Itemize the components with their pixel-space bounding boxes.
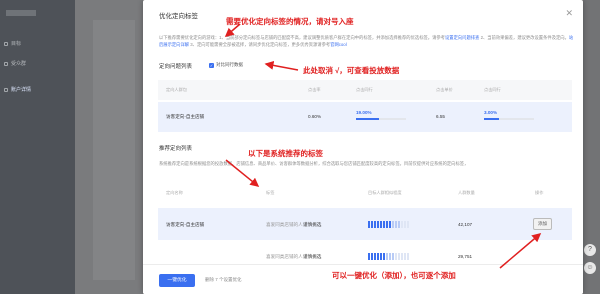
modal-title: 优化定向标签 [159, 13, 198, 20]
similarity-meter [368, 253, 410, 262]
ctr-peer-value: 19.00% [356, 110, 372, 115]
similarity-segment [368, 221, 370, 228]
similarity-segment [386, 221, 388, 228]
compare-peer-label: 对比同行数据 [216, 62, 243, 67]
section-recommend-title: 推荐定向列表 [159, 146, 193, 152]
problem-table-header: 定向人群包 点击率 点击同行 点击单价 点击同行 [158, 80, 572, 100]
targeting-name: 访客定向-自主店铺 [166, 114, 205, 119]
similarity-segment [404, 253, 406, 260]
similarity-segment [398, 253, 400, 260]
similarity-segment [407, 253, 409, 260]
intro-line1: 以下推荐需要优化定向的游戏：1、当前部分定向标签与店铺的匹配度不高，建议调整优质… [159, 35, 445, 40]
similarity-segment [395, 221, 397, 228]
similarity-segment [407, 221, 409, 228]
similarity-segment [404, 221, 406, 228]
similarity-segment [371, 253, 373, 260]
similarity-segment [380, 253, 382, 260]
target-icon [4, 41, 8, 46]
similarity-segment [389, 253, 391, 260]
similarity-segment [386, 253, 388, 260]
similarity-segment [392, 253, 394, 260]
similarity-segment [377, 221, 379, 228]
ctr-value: 0.60% [308, 114, 322, 119]
app-logo [6, 10, 36, 16]
tag-label: 喜爱同类店铺的人 [266, 254, 303, 259]
add-button[interactable]: 添加 [533, 218, 552, 230]
similarity-segment [383, 253, 385, 260]
cpc-peer-value: 3.00% [484, 110, 498, 115]
col-header: 标签 [266, 190, 275, 195]
help-icon[interactable]: ? [584, 244, 596, 256]
intro-text: 以下推荐需要优化定向的游戏：1、当前部分定向标签与店铺的匹配度不高，建议调整优质… [159, 34, 577, 48]
col-header: 定向名称 [166, 190, 183, 195]
similarity-segment [398, 221, 400, 228]
tag-label: 喜爱同类店铺的人 [266, 222, 303, 227]
account-icon [4, 87, 8, 92]
similarity-segment [389, 221, 391, 228]
tag-suffix: 谨慎挑选 [303, 222, 322, 227]
similarity-segment [395, 253, 397, 260]
recommend-table: 定向名称 标签 目标人群相似程度 人群数量 操作 访客定向-自主店铺 喜爱同类店… [158, 178, 572, 268]
col-header: 点击率 [308, 87, 321, 92]
checkbox-check-icon[interactable]: ✓ [209, 62, 214, 68]
cpc-peer-bar [484, 118, 534, 120]
similarity-segment [374, 253, 376, 260]
audience-icon [4, 61, 8, 66]
intro-line2: 2、当前效果偏差，建议更改设置条件及定向。 [480, 35, 569, 40]
annotation-3: 以下是系统推荐的标签 [248, 149, 323, 158]
similarity-segment [374, 221, 376, 228]
close-icon[interactable]: ✕ [565, 8, 573, 19]
intro-link-1[interactable]: 设置定向问题排查 [445, 35, 479, 40]
col-header: 点击同行 [356, 87, 373, 92]
similarity-segment [377, 253, 379, 260]
similarity-segment [380, 221, 382, 228]
col-header: 点击单价 [436, 87, 453, 92]
background-sidebar: 目标 受众群 账户详情 [0, 0, 75, 294]
intro-link-3[interactable]: 官网cool [330, 42, 346, 47]
cpc-value: 6.55 [436, 114, 445, 119]
sidebar-item-account-detail[interactable]: 账户详情 [4, 86, 64, 93]
col-header: 目标人群相似程度 [368, 190, 402, 195]
col-header: 点击同行 [484, 87, 501, 92]
sidebar-item-target[interactable]: 目标 [4, 40, 64, 47]
col-header: 定向人群包 [166, 87, 187, 92]
similarity-segment [368, 253, 370, 260]
ctr-peer-bar [356, 118, 406, 120]
background-panel [93, 20, 135, 280]
similarity-segment [401, 221, 403, 228]
audience-count: 29,751 [458, 254, 473, 259]
one-click-optimize-button[interactable]: 一键优化 [159, 274, 195, 287]
recommend-desc: 系统推荐定向是系统根据您的投放数据、店铺信息、商品单价、访客群体等数据分析，综合… [159, 161, 469, 166]
table-row: 访客定向-自主店铺 0.60% 19.00% 6.55 3.00% [158, 102, 572, 132]
similarity-segment [371, 221, 373, 228]
annotation-2: 此处取消 √，可查看投放数据 [303, 66, 400, 75]
similarity-segment [401, 253, 403, 260]
optimize-targeting-modal: 优化定向标签 ✕ 以下推荐需要优化定向的游戏：1、当前部分定向标签与店铺的匹配度… [143, 0, 583, 294]
tag-suffix: 谨慎挑选 [303, 254, 322, 259]
recommend-table-header: 定向名称 标签 目标人群相似程度 人群数量 操作 [158, 178, 572, 206]
problem-table: 定向人群包 点击率 点击同行 点击单价 点击同行 访客定向-自主店铺 0.60%… [158, 80, 572, 132]
footer-status-text: 删除 7 个设置优化 [205, 277, 242, 282]
section-problem-title: 定向问题列表 [159, 64, 193, 70]
feedback-icon[interactable]: ☺ [584, 262, 596, 274]
similarity-segment [383, 221, 385, 228]
intro-line3: 3、定向可能需要全部被选择，请同步优化定向标签，更多优秀资源请参考 [190, 42, 331, 47]
annotation-1: 需要优化定向标签的情况，请对号入座 [226, 17, 354, 26]
similarity-meter [368, 221, 410, 230]
col-header: 人群数量 [458, 190, 475, 195]
table-row: 访客定向-自主店铺 喜爱同类店铺的人 谨慎挑选 42,107 添加 [158, 208, 572, 240]
compare-peer-checkbox[interactable]: ✓ 对比同行数据 [209, 62, 243, 68]
similarity-segment [392, 221, 394, 228]
audience-count: 42,107 [458, 222, 473, 227]
col-header: 操作 [535, 190, 544, 195]
annotation-4: 可以一键优化（添加），也可逐个添加 [332, 271, 456, 280]
sidebar-item-audience[interactable]: 受众群 [4, 60, 64, 67]
targeting-name: 访客定向-自主店铺 [166, 222, 205, 227]
